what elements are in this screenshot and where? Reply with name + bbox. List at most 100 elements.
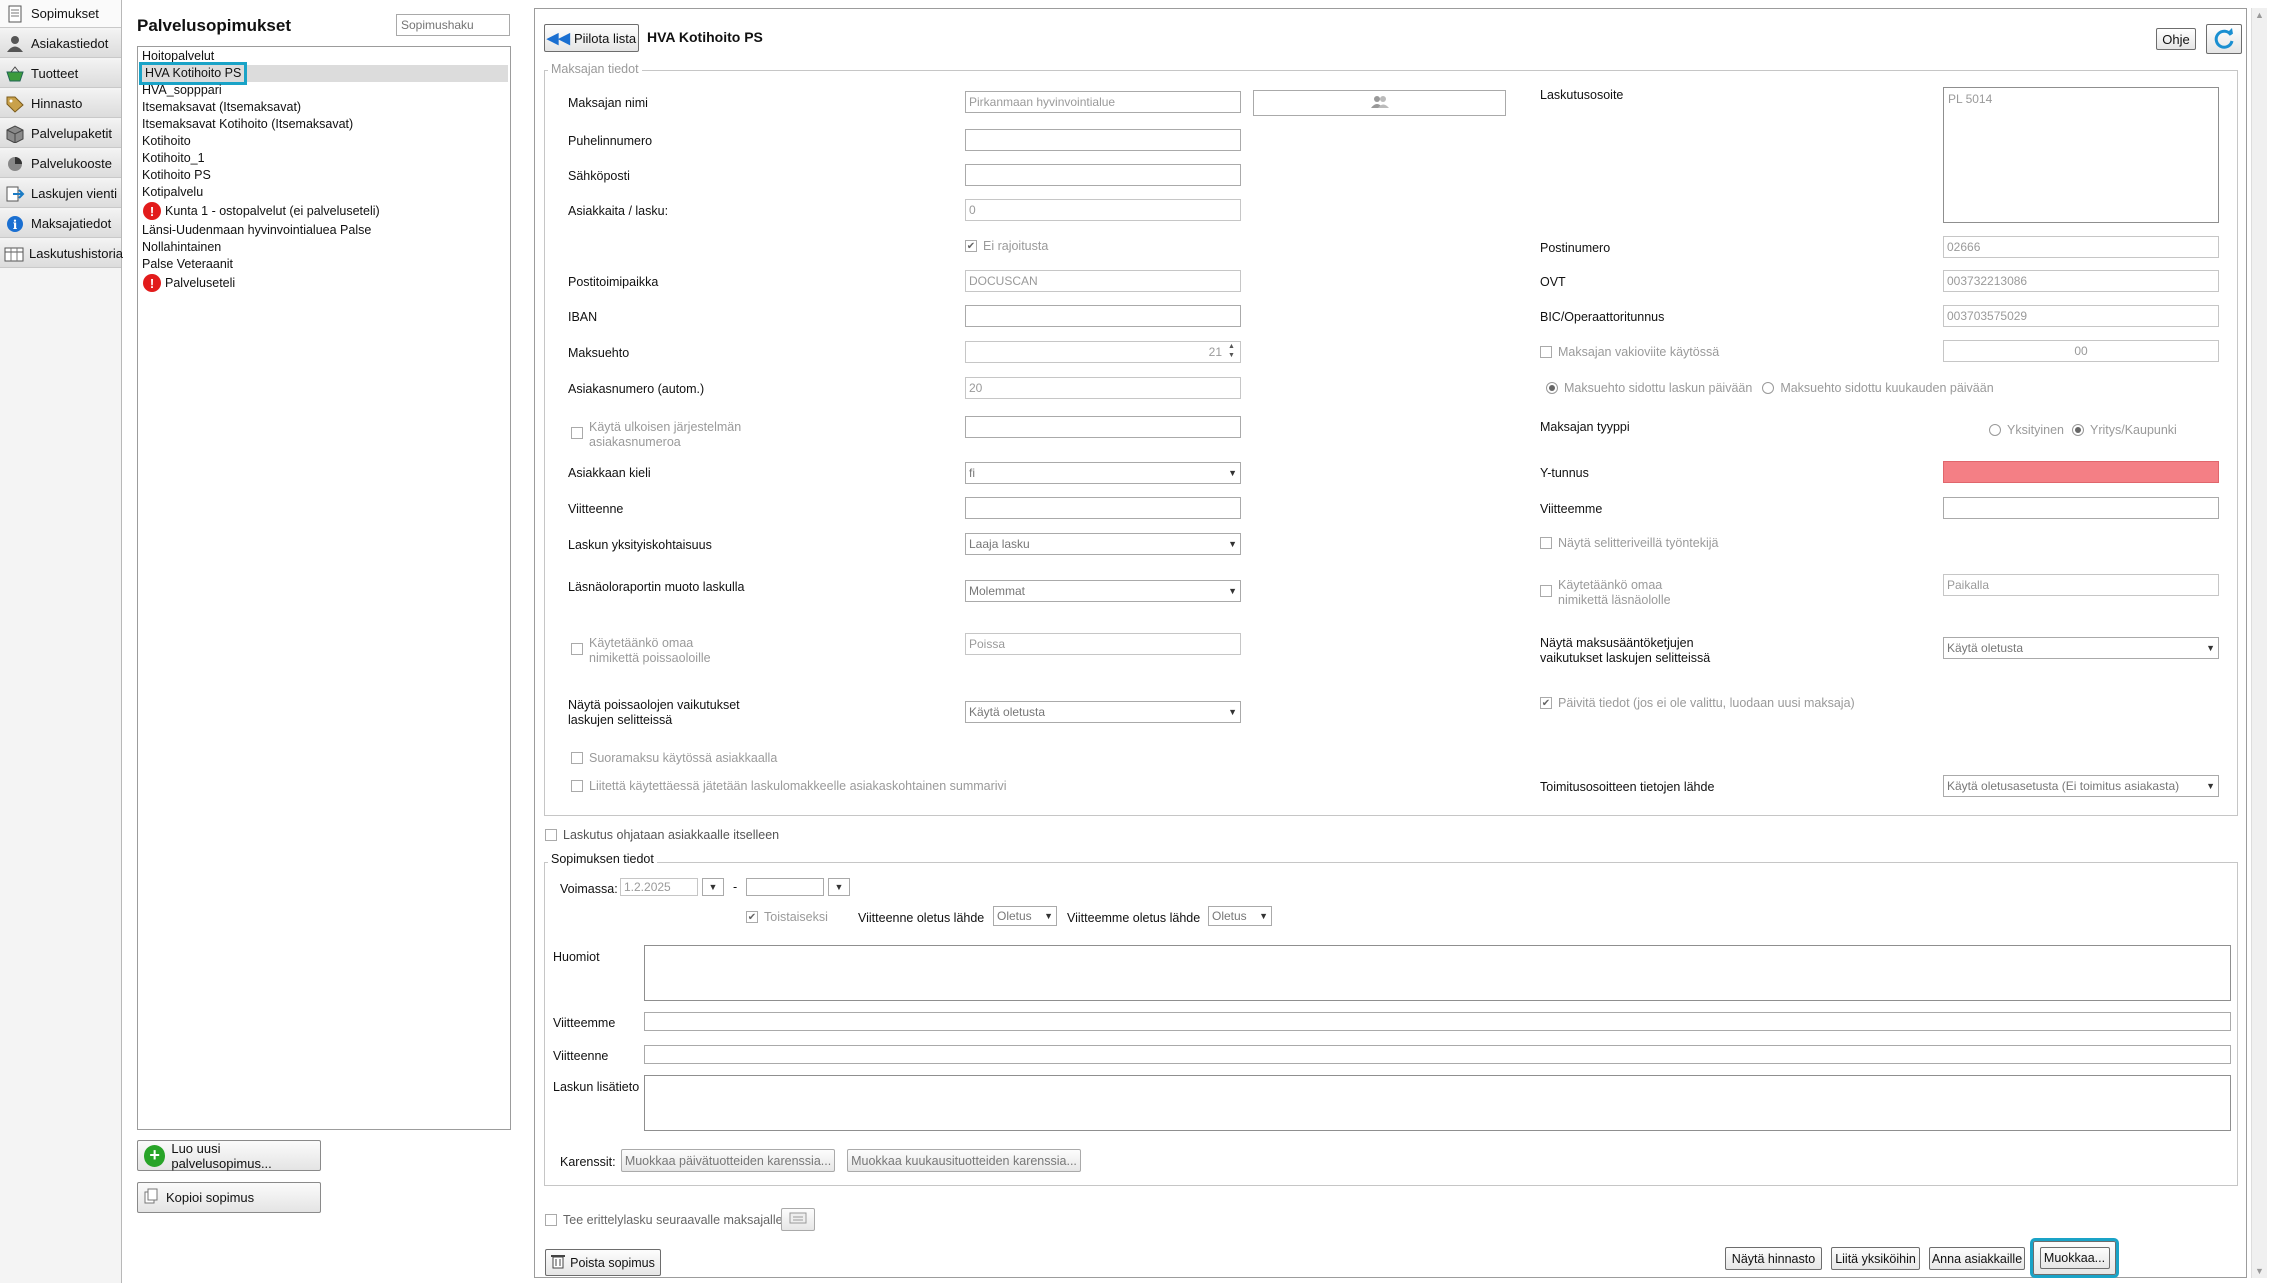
- show-worker-row[interactable]: Näytä selitteriveillä työntekijä: [1540, 536, 1719, 550]
- own-name-absence-row[interactable]: Käytetäänkö omaa nimikettä poissaoloille: [571, 636, 739, 666]
- invoice-detail-select[interactable]: Laaja lasku ▼: [965, 533, 1241, 555]
- customer-language-select[interactable]: fi ▼: [965, 462, 1241, 484]
- absence-name-field[interactable]: Poissa: [965, 633, 1241, 655]
- list-item[interactable]: Kotihoito PS: [140, 167, 508, 184]
- use-external-checkbox[interactable]: [571, 427, 583, 439]
- external-number-field[interactable]: [965, 416, 1241, 438]
- show-worker-checkbox[interactable]: [1540, 537, 1552, 549]
- separate-invoice-row[interactable]: Tee erittelylasku seuraavalle maksajalle: [545, 1213, 783, 1227]
- attachment-summary-row[interactable]: Liitettä käytettäessä jätetään laskuloma…: [571, 779, 1007, 793]
- valid-to-dropdown[interactable]: ▼: [828, 878, 850, 896]
- our-ref-contract-field[interactable]: [644, 1012, 2231, 1031]
- select-payer-button[interactable]: [1253, 90, 1506, 116]
- list-item[interactable]: Kotihoito_1: [140, 150, 508, 167]
- edit-button-inner[interactable]: Muokkaa...: [2039, 1247, 2110, 1269]
- list-item[interactable]: ! Palveluseteli: [140, 273, 508, 293]
- payer-default-ref-checkbox[interactable]: [1540, 346, 1552, 358]
- refresh-button[interactable]: [2206, 24, 2242, 54]
- edit-monthly-rounding-button[interactable]: Muokkaa kuukausituotteiden karenssia...: [847, 1149, 1081, 1172]
- postal-code-field[interactable]: 02666: [1943, 236, 2219, 258]
- ovt-field[interactable]: 003732213086: [1943, 270, 2219, 292]
- list-item-selected[interactable]: HVA Kotihoito PS: [138, 62, 508, 85]
- payment-term-spinner[interactable]: 21: [965, 341, 1241, 363]
- nav-item-sopimukset[interactable]: Sopimukset: [0, 0, 121, 28]
- spinner-arrows-icon[interactable]: ▲ ▼: [1228, 342, 1235, 360]
- term-invoice-date-radio[interactable]: [1546, 382, 1558, 394]
- valid-from-dropdown[interactable]: ▼: [702, 878, 724, 896]
- phone-field[interactable]: [965, 129, 1241, 151]
- give-customer-button[interactable]: Anna asiakkaille: [1929, 1247, 2025, 1270]
- payer-default-ref-row[interactable]: Maksajan vakioviite käytössä: [1540, 345, 1719, 359]
- own-name-presence-row[interactable]: Käytetäänkö omaa nimikettä läsnäololle: [1540, 578, 1698, 608]
- delivery-source-select[interactable]: Käytä oletusasetusta (Ei toimitus asiaka…: [1943, 775, 2219, 797]
- list-item[interactable]: Nollahintainen: [140, 239, 508, 256]
- iban-field[interactable]: [965, 305, 1241, 327]
- extra-info-field[interactable]: [644, 1075, 2231, 1131]
- term-month-date-radio[interactable]: [1762, 382, 1775, 394]
- nav-item-asiakastiedot[interactable]: Asiakastiedot: [0, 30, 121, 58]
- customer-number-field[interactable]: 20: [965, 377, 1241, 399]
- separate-invoice-checkbox[interactable]: [545, 1214, 557, 1226]
- business-id-field-error[interactable]: [1943, 461, 2219, 483]
- billing-to-customer-checkbox[interactable]: [545, 829, 557, 841]
- our-ref-field[interactable]: [1943, 497, 2219, 519]
- attachment-summary-checkbox[interactable]: [571, 780, 583, 792]
- vertical-scrollbar[interactable]: ▲ ▼: [2251, 8, 2267, 1278]
- use-external-row[interactable]: Käytä ulkoisen järjestelmän asiakasnumer…: [571, 420, 779, 450]
- edit-button[interactable]: Muokkaa...: [2030, 1238, 2119, 1278]
- update-info-checkbox[interactable]: ✔: [1540, 697, 1552, 709]
- city-field[interactable]: DOCUSCAN: [965, 270, 1241, 292]
- notes-field[interactable]: [644, 945, 2231, 1001]
- attendance-format-select[interactable]: Molemmat ▼: [965, 580, 1241, 602]
- attach-unit-button[interactable]: Liitä yksiköihin: [1831, 1247, 1920, 1270]
- direct-debit-row[interactable]: Suoramaksu käytössä asiakkaalla: [571, 751, 777, 765]
- nav-item-tuotteet[interactable]: Tuotteet: [0, 60, 121, 88]
- list-item[interactable]: HVA_sopppari: [140, 82, 508, 99]
- list-item[interactable]: Palse Veteraanit: [140, 256, 508, 273]
- list-item[interactable]: ! Kunta 1 - ostopalvelut (ei palvelusetel…: [140, 201, 508, 221]
- unlimited-checkbox[interactable]: ✔: [965, 240, 977, 252]
- list-item[interactable]: Kotihoito: [140, 133, 508, 150]
- nav-item-laskutushistoria[interactable]: Laskutushistoria: [0, 240, 123, 268]
- your-ref-source-select[interactable]: Oletus ▼: [993, 906, 1057, 926]
- nav-item-laskujen-vienti[interactable]: Laskujen vienti: [0, 180, 121, 208]
- list-item[interactable]: Itsemaksavat Kotihoito (Itsemaksavat): [140, 116, 508, 133]
- until-further-row[interactable]: ✔ Toistaiseksi: [746, 910, 828, 924]
- own-name-presence-checkbox[interactable]: [1540, 585, 1552, 597]
- select-separate-payer-button[interactable]: [781, 1208, 815, 1231]
- list-item[interactable]: Hoitopalvelut: [140, 48, 508, 65]
- customers-per-invoice-field[interactable]: 0: [965, 199, 1241, 221]
- edit-daily-rounding-button[interactable]: Muokkaa päivätuotteiden karenssia...: [621, 1149, 835, 1172]
- billing-address-field[interactable]: PL 5014: [1943, 87, 2219, 223]
- help-button[interactable]: Ohje: [2156, 28, 2196, 50]
- nav-item-maksajatiedot[interactable]: i Maksajatiedot: [0, 210, 121, 238]
- private-radio[interactable]: [1989, 424, 2001, 436]
- own-name-absence-checkbox[interactable]: [571, 643, 583, 655]
- bic-field[interactable]: 003703575029: [1943, 305, 2219, 327]
- new-contract-button[interactable]: + Luo uusi palvelusopimus...: [137, 1140, 321, 1171]
- email-field[interactable]: [965, 164, 1241, 186]
- show-payment-rules-select[interactable]: Käytä oletusta ▼: [1943, 637, 2219, 659]
- unlimited-row[interactable]: ✔ Ei rajoitusta: [965, 239, 1048, 253]
- direct-debit-checkbox[interactable]: [571, 752, 583, 764]
- until-further-checkbox[interactable]: ✔: [746, 911, 758, 923]
- your-ref-field[interactable]: [965, 497, 1241, 519]
- presence-name-field[interactable]: Paikalla: [1943, 574, 2219, 596]
- billing-to-customer-row[interactable]: Laskutus ohjataan asiakkaalle itselleen: [545, 828, 779, 842]
- valid-from-field[interactable]: 1.2.2025: [620, 878, 698, 896]
- valid-to-field[interactable]: [746, 878, 824, 896]
- payer-name-field[interactable]: Pirkanmaan hyvinvointialue: [965, 91, 1241, 113]
- payer-default-ref-field[interactable]: 00: [1943, 340, 2219, 362]
- nav-item-hinnasto[interactable]: Hinnasto: [0, 90, 121, 118]
- copy-contract-button[interactable]: Kopioi sopimus: [137, 1182, 321, 1213]
- your-ref-contract-field[interactable]: [644, 1045, 2231, 1064]
- nav-item-palvelukooste[interactable]: Palvelukooste: [0, 150, 121, 178]
- delete-contract-button[interactable]: Poista sopimus: [545, 1249, 661, 1276]
- show-prices-button[interactable]: Näytä hinnasto: [1725, 1247, 1822, 1270]
- list-item[interactable]: Kotipalvelu: [140, 184, 508, 201]
- list-item[interactable]: Itsemaksavat (Itsemaksavat): [140, 99, 508, 116]
- contract-search-input[interactable]: [396, 14, 510, 36]
- our-ref-source-select[interactable]: Oletus ▼: [1208, 906, 1272, 926]
- nav-item-palvelupaketit[interactable]: Palvelupaketit: [0, 120, 121, 148]
- show-absences-select[interactable]: Käytä oletusta ▼: [965, 701, 1241, 723]
